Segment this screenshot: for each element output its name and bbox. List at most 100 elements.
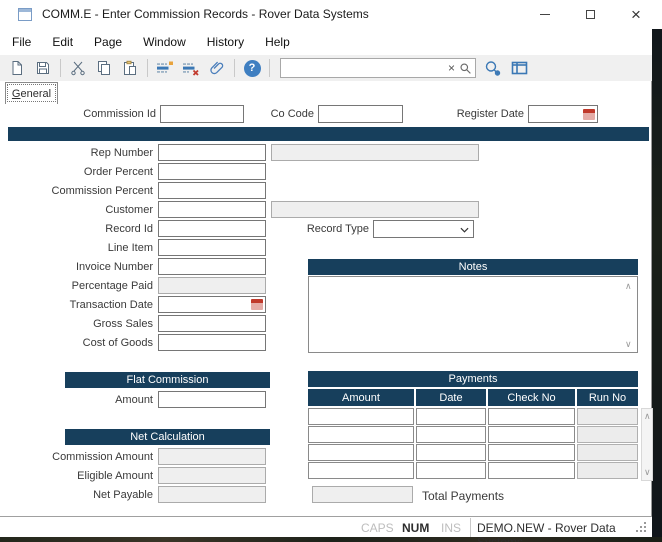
record-id-row: Record Id <box>0 220 266 237</box>
window-layout-icon <box>511 60 528 76</box>
menu-help[interactable]: Help <box>263 32 292 52</box>
add-record-button[interactable] <box>152 57 178 79</box>
new-record-button[interactable] <box>4 57 30 79</box>
payment-runno-field <box>577 408 638 425</box>
copy-button[interactable] <box>91 57 117 79</box>
calendar-icon[interactable] <box>583 109 595 120</box>
invoice-number-field[interactable] <box>158 258 266 275</box>
insert-mode-indicator: INS <box>441 521 461 535</box>
menu-edit[interactable]: Edit <box>50 32 75 52</box>
payment-date-field[interactable] <box>416 426 486 443</box>
help-icon: ? <box>244 60 261 77</box>
find-view-button[interactable] <box>480 57 506 79</box>
co-code-label: Co Code <box>270 108 318 120</box>
window-title: COMM.E - Enter Commission Records - Rove… <box>42 7 369 21</box>
commission-percent-field[interactable] <box>158 182 266 199</box>
co-code-group: Co Code <box>270 105 403 123</box>
tab-general[interactable]: General <box>5 82 58 104</box>
flat-amount-row: Amount <box>0 391 266 408</box>
menu-window[interactable]: Window <box>141 32 188 52</box>
commission-percent-label: Commission Percent <box>0 185 158 197</box>
cost-of-goods-row: Cost of Goods <box>0 334 266 351</box>
delete-record-button[interactable] <box>178 57 204 79</box>
menu-page[interactable]: Page <box>92 32 124 52</box>
transaction-date-label: Transaction Date <box>0 299 158 311</box>
flat-amount-label: Amount <box>0 394 158 406</box>
close-button[interactable]: × <box>619 0 653 29</box>
search-clear-icon[interactable]: × <box>444 62 459 74</box>
payment-amount-field[interactable] <box>308 408 414 425</box>
paste-button[interactable] <box>117 57 143 79</box>
payment-runno-field <box>577 444 638 461</box>
notes-textarea[interactable] <box>308 276 638 353</box>
gross-sales-field[interactable] <box>158 315 266 332</box>
record-id-field[interactable] <box>158 220 266 237</box>
menu-file[interactable]: File <box>10 32 33 52</box>
toolbar-divider <box>147 59 148 77</box>
payments-col-runno: Run No <box>577 389 638 406</box>
percentage-paid-field <box>158 277 266 294</box>
toolbar-divider <box>234 59 235 77</box>
gross-sales-label: Gross Sales <box>0 318 158 330</box>
payments-row <box>308 426 638 443</box>
minimize-button[interactable] <box>528 0 562 29</box>
maximize-button[interactable] <box>573 0 607 29</box>
payment-runno-field <box>577 462 638 479</box>
commission-amount-label: Commission Amount <box>0 451 158 463</box>
attach-button[interactable] <box>204 57 230 79</box>
record-type-dropdown[interactable] <box>373 220 474 238</box>
payments-scroll-up-icon[interactable]: ∧ <box>644 412 651 421</box>
payment-checkno-field[interactable] <box>488 462 575 479</box>
net-calculation-header: Net Calculation <box>65 429 270 445</box>
order-percent-field[interactable] <box>158 163 266 180</box>
menu-history[interactable]: History <box>205 32 246 52</box>
co-code-field[interactable] <box>318 105 403 123</box>
payment-checkno-field[interactable] <box>488 408 575 425</box>
application-window: COMM.E - Enter Commission Records - Rove… <box>0 0 662 542</box>
flat-amount-field[interactable] <box>158 391 266 408</box>
cost-of-goods-field[interactable] <box>158 334 266 351</box>
save-button[interactable] <box>30 57 56 79</box>
caps-lock-indicator: CAPS <box>361 521 394 535</box>
payments-scrollbar[interactable]: ∧ ∨ <box>641 408 653 481</box>
payments-header: Payments <box>308 371 638 387</box>
commission-percent-row: Commission Percent <box>0 182 266 199</box>
customer-field[interactable] <box>158 201 266 218</box>
title-bar[interactable]: COMM.E - Enter Commission Records - Rove… <box>0 0 662 29</box>
help-button[interactable]: ? <box>239 57 265 79</box>
payments-row <box>308 408 638 425</box>
payment-date-field[interactable] <box>416 444 486 461</box>
commission-id-field[interactable] <box>160 105 244 123</box>
payment-checkno-field[interactable] <box>488 444 575 461</box>
desktop-background <box>652 29 662 542</box>
payment-amount-field[interactable] <box>308 426 414 443</box>
notes-title: Notes <box>459 261 488 273</box>
calendar-icon[interactable] <box>251 299 263 310</box>
window-layout-button[interactable] <box>506 57 532 79</box>
customer-row: Customer <box>0 201 266 218</box>
payment-amount-field[interactable] <box>308 444 414 461</box>
paperclip-icon <box>209 60 225 76</box>
payment-amount-field[interactable] <box>308 462 414 479</box>
transaction-date-field[interactable] <box>158 296 266 313</box>
line-item-field[interactable] <box>158 239 266 256</box>
notes-scroll-down-icon[interactable]: ∨ <box>625 340 632 349</box>
notes-scroll-up-icon[interactable]: ∧ <box>625 282 632 291</box>
cut-button[interactable] <box>65 57 91 79</box>
order-percent-label: Order Percent <box>0 166 158 178</box>
register-date-group: Register Date <box>452 105 598 123</box>
record-type-group: Record Type <box>300 220 474 238</box>
rep-number-field[interactable] <box>158 144 266 161</box>
payment-date-field[interactable] <box>416 408 486 425</box>
resize-grip[interactable] <box>644 530 646 532</box>
payments-row <box>308 462 638 479</box>
eligible-amount-row: Eligible Amount <box>0 467 266 484</box>
payment-date-field[interactable] <box>416 462 486 479</box>
payments-scroll-down-icon[interactable]: ∨ <box>644 468 651 477</box>
search-icon[interactable] <box>459 62 475 75</box>
payment-checkno-field[interactable] <box>488 426 575 443</box>
order-percent-row: Order Percent <box>0 163 266 180</box>
search-input[interactable] <box>281 60 444 76</box>
net-payable-label: Net Payable <box>0 489 158 501</box>
find-view-icon <box>484 60 502 77</box>
